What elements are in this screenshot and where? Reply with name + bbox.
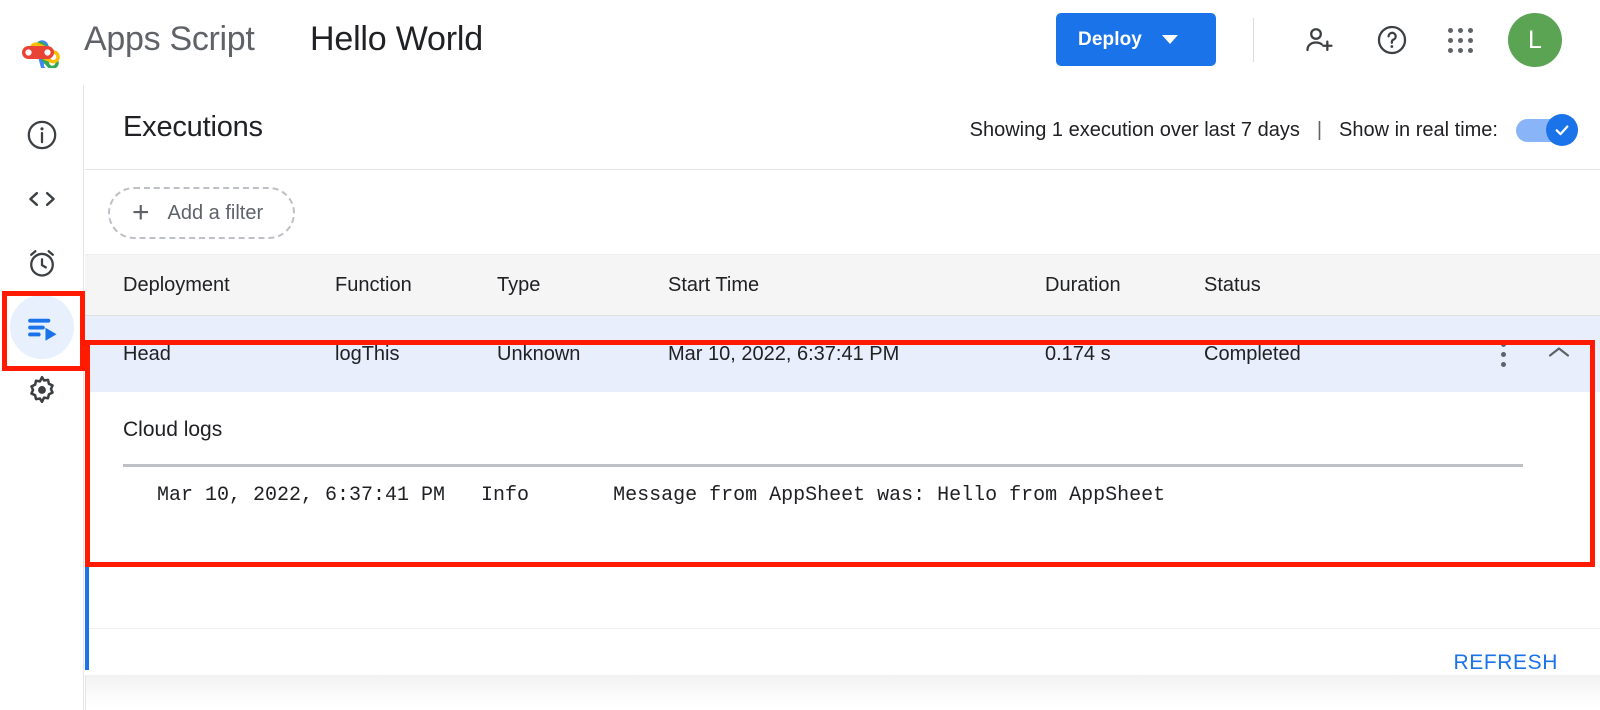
execution-summary: Showing 1 execution over last 7 days <box>970 119 1300 142</box>
code-brackets-icon <box>24 182 60 216</box>
header-separator: | <box>1317 119 1322 142</box>
person-add-icon[interactable] <box>1296 16 1344 64</box>
column-header-status: Status <box>1204 255 1261 315</box>
cell-function: logThis <box>335 316 399 392</box>
table-header-row: Deployment Function Type Start Time Dura… <box>85 254 1600 316</box>
chevron-up-icon[interactable] <box>1540 338 1578 371</box>
plus-icon: + <box>132 198 150 228</box>
cloud-logs-title: Cloud logs <box>123 418 222 442</box>
column-header-start-time: Start Time <box>668 255 759 315</box>
add-filter-button[interactable]: + Add a filter <box>108 187 295 239</box>
topbar-divider <box>1253 18 1254 62</box>
table-row[interactable]: Head logThis Unknown Mar 10, 2022, 6:37:… <box>85 316 1600 392</box>
refresh-button[interactable]: REFRESH <box>1453 651 1558 675</box>
info-circle-icon <box>25 118 59 152</box>
sidebar-item-project-settings[interactable] <box>10 359 74 423</box>
cell-type: Unknown <box>497 316 580 392</box>
avatar[interactable]: L <box>1508 13 1562 67</box>
cell-deployment: Head <box>123 316 171 392</box>
apps-grid-icon[interactable] <box>1436 16 1484 64</box>
page-header: Executions Showing 1 execution over last… <box>85 85 1600 170</box>
bottom-strip <box>85 675 1600 710</box>
help-circle-icon[interactable] <box>1368 16 1416 64</box>
alarm-clock-icon <box>25 246 59 280</box>
page-title: Executions <box>123 111 263 144</box>
cell-status: Completed <box>1204 316 1301 392</box>
cloud-logs-divider <box>123 464 1523 467</box>
apps-script-logo-icon[interactable] <box>14 10 76 68</box>
sidebar-item-executions[interactable] <box>10 295 74 359</box>
executions-content: Executions Showing 1 execution over last… <box>85 85 1600 710</box>
deploy-button[interactable]: Deploy <box>1056 13 1216 66</box>
sidebar-item-triggers[interactable] <box>10 231 74 295</box>
avatar-initial: L <box>1528 26 1542 55</box>
check-icon <box>1553 121 1571 139</box>
realtime-label: Show in real time: <box>1339 119 1498 142</box>
chevron-down-icon <box>1162 35 1178 44</box>
kebab-menu-icon[interactable] <box>1495 336 1512 373</box>
realtime-toggle[interactable] <box>1516 116 1578 144</box>
deploy-button-label: Deploy <box>1078 29 1142 51</box>
cell-duration: 0.174 s <box>1045 316 1111 392</box>
sidebar-item-editor[interactable] <box>10 167 74 231</box>
gear-icon <box>24 373 60 409</box>
top-bar: Apps Script Hello World Deploy L <box>0 0 1600 85</box>
project-title[interactable]: Hello World <box>310 12 483 66</box>
add-filter-label: Add a filter <box>168 202 264 225</box>
column-header-function: Function <box>335 255 412 315</box>
left-sidebar <box>0 85 84 710</box>
filter-bar: + Add a filter <box>85 171 1600 254</box>
column-header-duration: Duration <box>1045 255 1121 315</box>
column-header-deployment: Deployment <box>123 255 230 315</box>
content-focus-rail <box>85 563 89 670</box>
row-actions <box>1495 316 1578 392</box>
executions-table: Deployment Function Type Start Time Dura… <box>85 254 1600 522</box>
cell-start-time: Mar 10, 2022, 6:37:41 PM <box>668 316 899 392</box>
page-header-right: Showing 1 execution over last 7 days | S… <box>970 115 1578 145</box>
brand-name[interactable]: Apps Script <box>84 14 255 64</box>
column-header-type: Type <box>497 255 540 315</box>
toggle-thumb <box>1546 114 1578 146</box>
cloud-log-entry: Mar 10, 2022, 6:37:41 PM Info Message fr… <box>157 484 1165 507</box>
sidebar-item-overview[interactable] <box>10 103 74 167</box>
cloud-logs-panel: Cloud logs Mar 10, 2022, 6:37:41 PM Info… <box>85 392 1600 522</box>
executions-play-icon <box>24 311 60 343</box>
